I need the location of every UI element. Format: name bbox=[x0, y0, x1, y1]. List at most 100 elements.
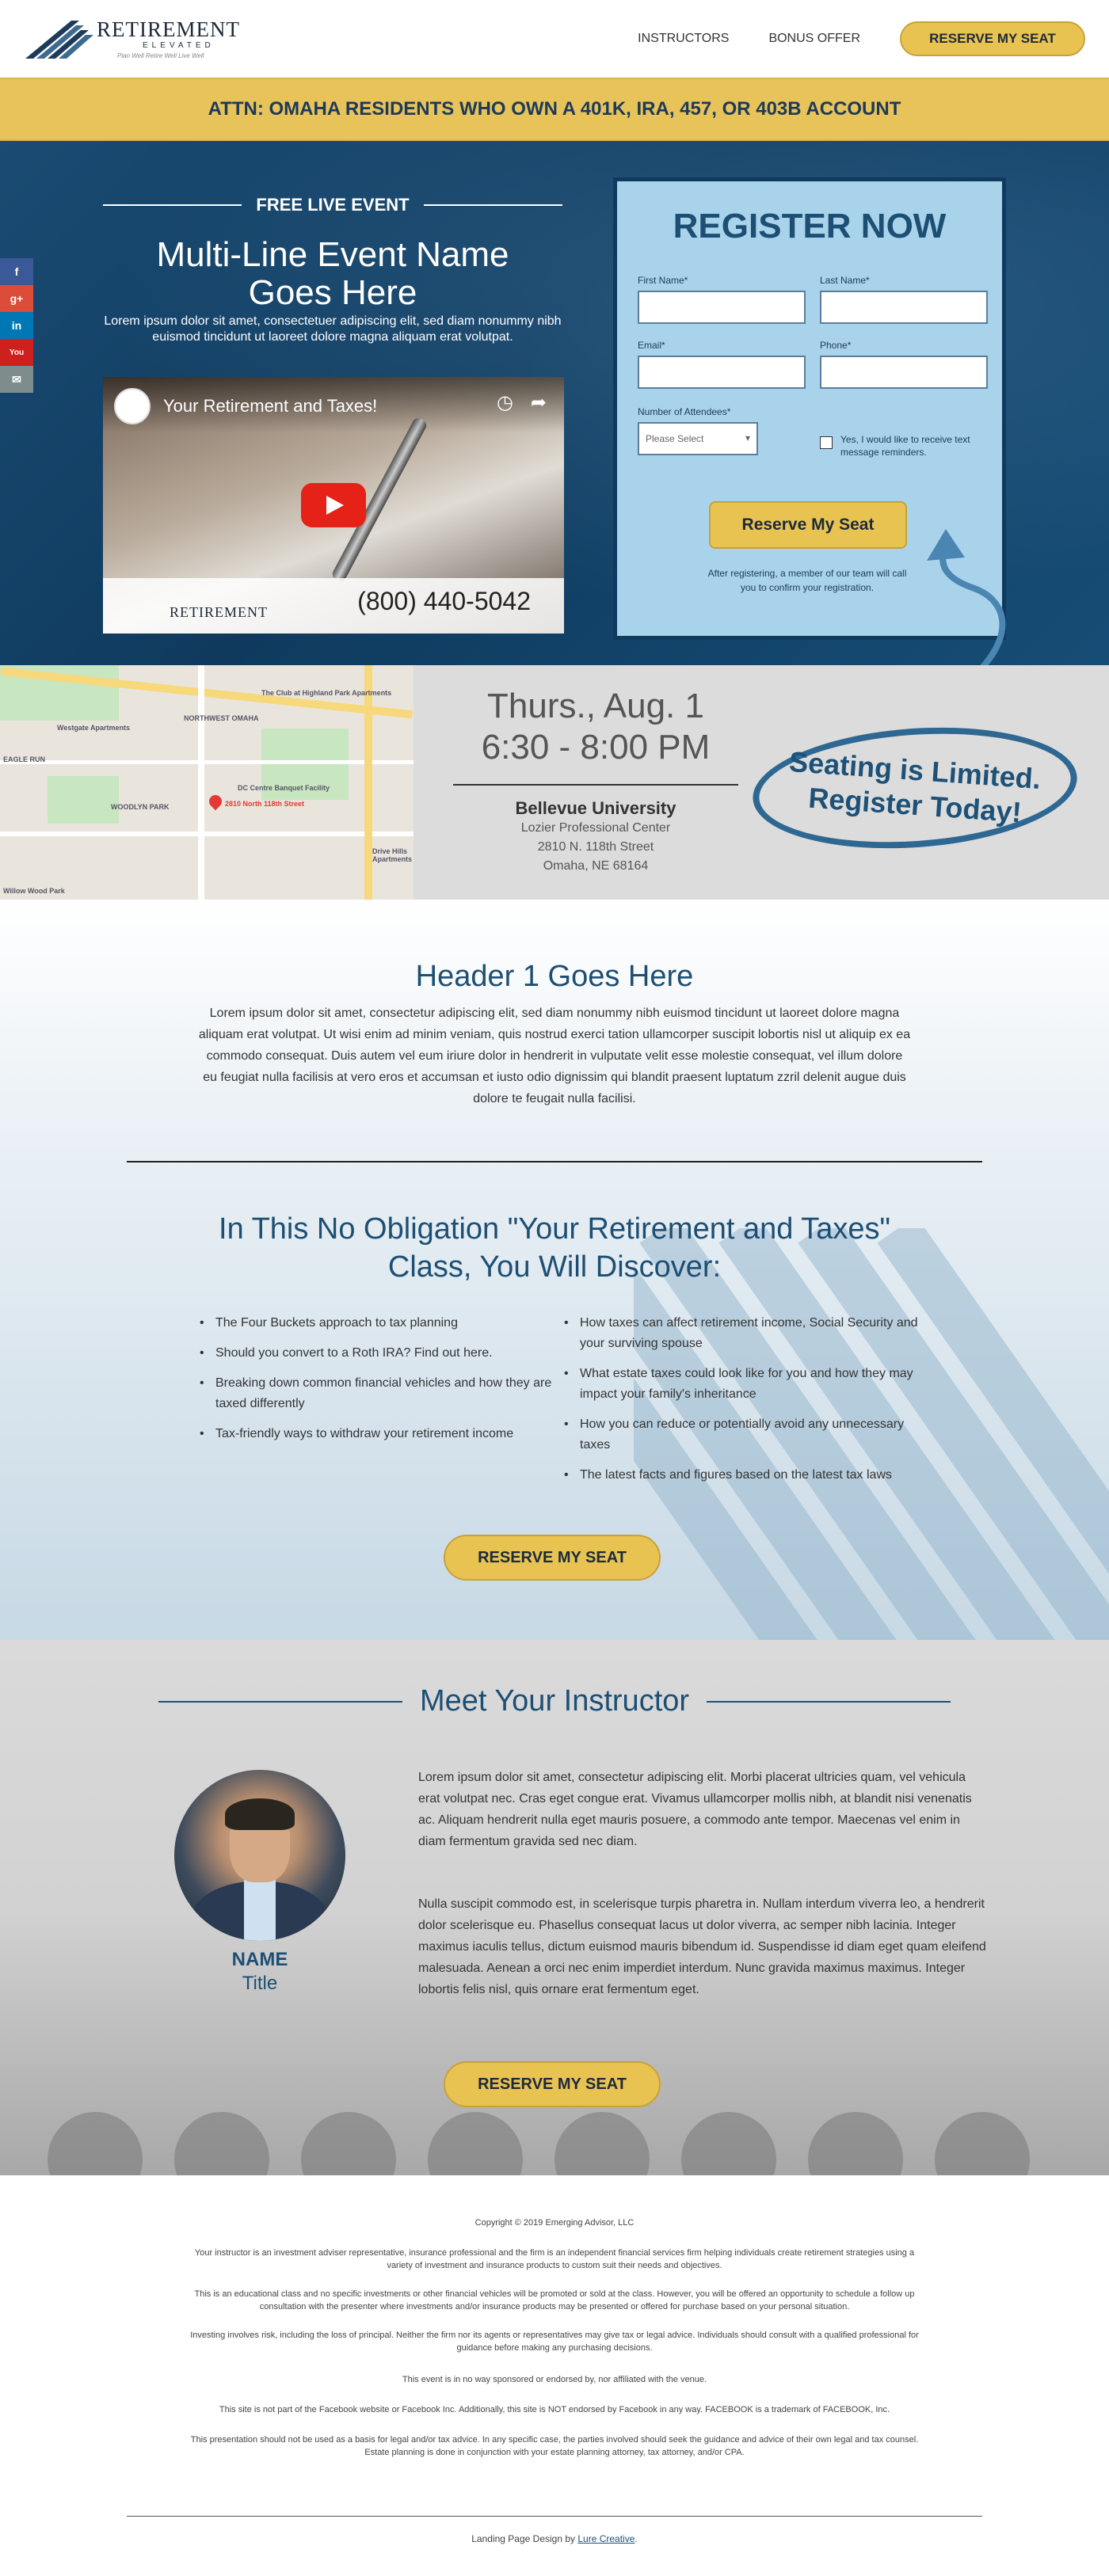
discover-list-left: The Four Buckets approach to tax plannin… bbox=[198, 1313, 554, 1454]
attendees-select[interactable]: Please Select bbox=[638, 422, 758, 455]
event-description: Lorem ipsum dolor sit amet, consectetuer… bbox=[104, 314, 562, 344]
seating-limited-badge: Seating is Limited. Register Today! bbox=[749, 717, 1081, 859]
instructor-reserve-button[interactable]: RESERVE MY SEAT bbox=[444, 2061, 661, 2107]
sms-optin[interactable]: Yes, I would like to receive text messag… bbox=[820, 433, 970, 459]
logo[interactable]: RETIREMENT ELEVATED Plan Well Retire Wel… bbox=[24, 17, 253, 62]
nav-instructors[interactable]: INSTRUCTORS bbox=[638, 32, 729, 46]
list-item: The Four Buckets approach to tax plannin… bbox=[198, 1313, 554, 1334]
email-input[interactable] bbox=[638, 356, 806, 389]
video-phone: (800) 440-5042 bbox=[357, 587, 531, 615]
curved-arrow-icon bbox=[927, 529, 1006, 665]
attn-banner: ATTN: OMAHA RESIDENTS WHO OWN A 401K, IR… bbox=[0, 78, 1109, 141]
site-header: RETIREMENT ELEVATED Plan Well Retire Wel… bbox=[0, 0, 1109, 78]
instructor-photo bbox=[174, 1770, 345, 1941]
logo-name: RETIREMENT bbox=[97, 17, 240, 41]
linkedin-icon[interactable]: in bbox=[0, 312, 33, 339]
map-road bbox=[198, 665, 204, 900]
register-submit-button[interactable]: Reserve My Seat bbox=[709, 501, 907, 549]
main-nav: INSTRUCTORS BONUS OFFER RESERVE MY SEAT bbox=[638, 21, 1085, 56]
venue-street: 2810 N. 118th Street bbox=[537, 840, 654, 854]
play-button-icon[interactable] bbox=[301, 483, 366, 527]
disclaimer: This event is in no way sponsored or end… bbox=[402, 2375, 707, 2384]
event-title-line1: Multi-Line Event Name bbox=[156, 235, 509, 274]
seating-limited-text: Seating is Limited. Register Today! bbox=[788, 745, 1042, 828]
video-logo: RETIREMENT bbox=[170, 604, 268, 620]
after-register-note: After registering, a member of our team … bbox=[707, 568, 907, 593]
first-name-label: First Name* bbox=[638, 275, 688, 286]
instructor-bio-1: Lorem ipsum dolor sit amet, consectetur … bbox=[418, 1771, 972, 1848]
email-group: Email* bbox=[638, 340, 806, 389]
header-reserve-button[interactable]: RESERVE MY SEAT bbox=[900, 21, 1085, 56]
video-title[interactable]: Your Retirement and Taxes! bbox=[163, 396, 377, 417]
event-info-section: NORTHWEST OMAHA WOODLYN PARK EAGLE RUN W… bbox=[0, 665, 1109, 900]
logo-sub: ELEVATED bbox=[143, 41, 215, 50]
date-divider bbox=[453, 784, 738, 786]
youtube-icon[interactable]: You bbox=[0, 339, 33, 366]
attendees-group: Number of Attendees* Please Select bbox=[638, 406, 758, 455]
disclaimer: This presentation should not be used as … bbox=[190, 2435, 919, 2457]
map-label: Drive Hills Apartments bbox=[372, 847, 413, 863]
event-title-line2: Goes Here bbox=[248, 273, 417, 312]
disclaimer: Your instructor is an investment adviser… bbox=[194, 2248, 915, 2270]
google-plus-icon[interactable]: g+ bbox=[0, 285, 33, 312]
list-item: How taxes can affect retirement income, … bbox=[562, 1313, 927, 1354]
email-icon[interactable]: ✉ bbox=[0, 366, 33, 393]
watch-later-icon[interactable]: ◷ bbox=[497, 391, 513, 414]
last-name-input[interactable] bbox=[820, 291, 988, 324]
kicker-line-left bbox=[103, 204, 242, 206]
discover-heading-line2: Class, You Will Discover: bbox=[387, 1250, 722, 1284]
logo-tagline: Plan Well Retire Well Live Well bbox=[117, 52, 204, 59]
map-road bbox=[0, 831, 413, 836]
event-date: Thurs., Aug. 1 bbox=[487, 687, 704, 725]
credit-link[interactable]: Lure Creative bbox=[577, 2533, 635, 2544]
meet-heading-text: Meet Your Instructor bbox=[419, 1684, 690, 1718]
map-label: DC Centre Banquet Facility bbox=[238, 784, 330, 792]
map-pin-label: 2810 North 118th Street bbox=[225, 800, 305, 808]
list-item: What estate taxes could look like for yo… bbox=[562, 1364, 927, 1405]
map-pin-icon[interactable] bbox=[206, 792, 225, 811]
list-item: How you can reduce or potentially avoid … bbox=[562, 1414, 927, 1455]
footer: Copyright © 2019 Emerging Advisor, LLC Y… bbox=[0, 2175, 1109, 2570]
discover-list-right: How taxes can affect retirement income, … bbox=[562, 1313, 927, 1495]
map-label: Willow Wood Park bbox=[3, 887, 65, 895]
social-share-bar: f g+ in You ✉ bbox=[0, 258, 33, 393]
nav-bonus-offer[interactable]: BONUS OFFER bbox=[768, 32, 860, 46]
attendees-label: Number of Attendees* bbox=[638, 406, 731, 417]
facebook-icon[interactable]: f bbox=[0, 258, 33, 285]
intro-paragraph: Lorem ipsum dolor sit amet, consectetur … bbox=[198, 1006, 911, 1105]
last-name-label: Last Name* bbox=[820, 275, 870, 286]
design-credit: Landing Page Design by Lure Creative. bbox=[0, 2533, 1109, 2544]
register-heading: REGISTER NOW bbox=[673, 207, 947, 245]
event-time: 6:30 - 8:00 PM bbox=[481, 728, 711, 767]
share-icon[interactable]: ➦ bbox=[531, 391, 547, 414]
venue-name: Bellevue University bbox=[515, 798, 676, 818]
event-title: Multi-Line Event Name Goes Here bbox=[103, 236, 562, 312]
first-name-group: First Name* bbox=[638, 275, 806, 324]
kicker-text: FREE LIVE EVENT bbox=[256, 195, 410, 215]
disclaimer: This site is not part of the Facebook we… bbox=[219, 2405, 890, 2414]
instructor-title: Title bbox=[242, 1973, 278, 1994]
video-player[interactable]: Your Retirement and Taxes! ◷ ➦ RETIREMEN… bbox=[103, 377, 564, 634]
discover-reserve-button[interactable]: RESERVE MY SEAT bbox=[444, 1535, 661, 1581]
venue-map[interactable]: NORTHWEST OMAHA WOODLYN PARK EAGLE RUN W… bbox=[0, 665, 413, 900]
sms-label: Yes, I would like to receive text messag… bbox=[840, 434, 970, 458]
content-section: Header 1 Goes Here Lorem ipsum dolor sit… bbox=[0, 900, 1109, 1640]
map-road bbox=[364, 665, 372, 900]
event-date-time: Thurs., Aug. 1 6:30 - 8:00 PM bbox=[453, 686, 738, 768]
first-name-input[interactable] bbox=[638, 291, 806, 324]
instructor-bio-2: Nulla suscipit commodo est, in scelerisq… bbox=[418, 1897, 986, 1996]
copyright: Copyright © 2019 Emerging Advisor, LLC bbox=[474, 2218, 635, 2228]
list-item: The latest facts and figures based on th… bbox=[562, 1465, 927, 1486]
credit-prefix: Landing Page Design by bbox=[471, 2533, 578, 2544]
channel-avatar[interactable] bbox=[114, 388, 151, 424]
phone-input[interactable] bbox=[820, 356, 988, 389]
header-1: Header 1 Goes Here bbox=[415, 960, 694, 993]
kicker-line-right bbox=[423, 204, 562, 206]
heading-line-left bbox=[158, 1700, 402, 1703]
sms-checkbox[interactable] bbox=[820, 436, 833, 449]
last-name-group: Last Name* bbox=[820, 275, 988, 324]
list-item: Tax-friendly ways to withdraw your retir… bbox=[198, 1424, 554, 1444]
instructor-name: NAME bbox=[231, 1949, 288, 1970]
hero-section: f g+ in You ✉ FREE LIVE EVENT Multi-Line… bbox=[0, 141, 1109, 665]
discover-heading-line1: In This No Obligation "Your Retirement a… bbox=[219, 1212, 890, 1246]
